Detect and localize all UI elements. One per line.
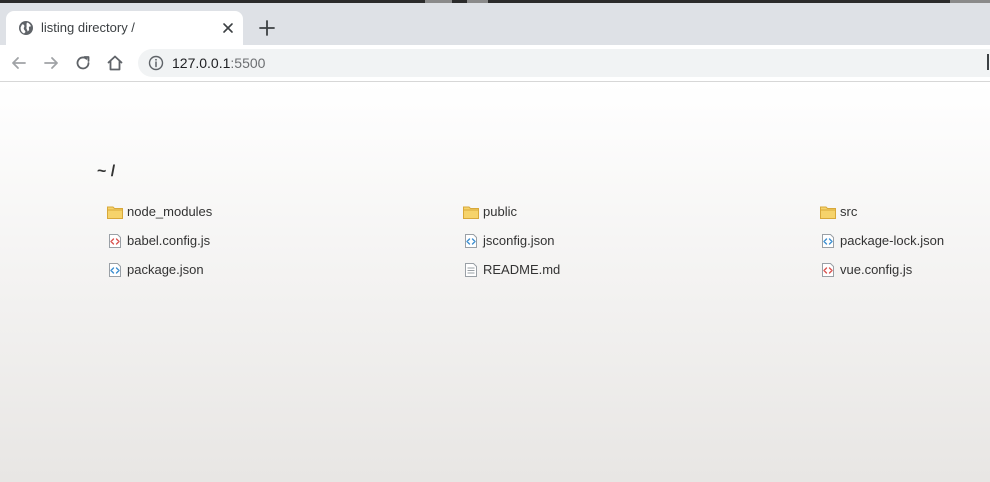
page-title: ~ /	[97, 163, 116, 180]
file-name: README.md	[483, 262, 561, 277]
page-content: ~ / node_modules public src babel.config…	[0, 82, 990, 482]
tab-strip: listing directory /	[0, 3, 990, 45]
url-port: :5500	[230, 55, 266, 71]
file-name: package.json	[127, 262, 204, 277]
forward-arrow-icon[interactable]	[41, 53, 61, 73]
json-file-icon	[109, 263, 121, 277]
browser-tab[interactable]: listing directory /	[6, 11, 243, 45]
close-icon[interactable]	[220, 20, 236, 36]
toolbar-edge-mark	[987, 54, 989, 70]
globe-icon	[19, 21, 33, 35]
address-bar[interactable]: 127.0.0.1:5500	[138, 49, 990, 77]
js-file-icon	[822, 263, 834, 277]
file-name: package-lock.json	[840, 233, 945, 248]
folder-icon	[107, 206, 123, 219]
folder-icon	[820, 206, 836, 219]
json-file-icon	[822, 234, 834, 248]
file-name: node_modules	[127, 204, 213, 219]
info-icon[interactable]	[148, 55, 164, 71]
js-file-icon	[109, 234, 121, 248]
tab-title: listing directory /	[41, 20, 135, 35]
file-name: src	[840, 204, 858, 219]
url-host: 127.0.0.1	[172, 55, 231, 71]
text-file-icon	[465, 263, 477, 277]
file-name: jsconfig.json	[483, 233, 555, 248]
file-name: public	[483, 204, 517, 219]
new-tab-plus-icon[interactable]	[256, 17, 278, 39]
home-icon[interactable]	[105, 53, 125, 73]
browser-toolbar: 127.0.0.1:5500	[0, 45, 990, 82]
json-file-icon	[465, 234, 477, 248]
file-name: babel.config.js	[127, 233, 211, 248]
folder-icon	[463, 206, 479, 219]
address-url: 127.0.0.1:5500	[172, 55, 265, 71]
back-arrow-icon[interactable]	[9, 53, 29, 73]
reload-icon[interactable]	[73, 53, 93, 73]
file-name: vue.config.js	[840, 262, 913, 277]
